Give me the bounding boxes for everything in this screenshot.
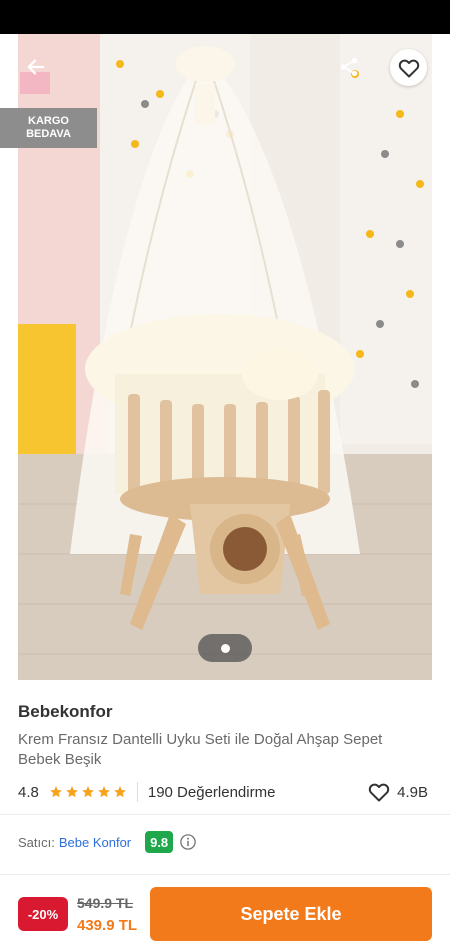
new-price: 439.9 TL: [77, 917, 138, 934]
free-shipping-line1: KARGO: [28, 115, 69, 127]
free-shipping-badge: KARGO BEDAVA: [0, 108, 97, 148]
heart-icon: [398, 59, 419, 77]
share-button[interactable]: [333, 52, 365, 82]
star-icon: [82, 786, 94, 798]
discount-badge: -20%: [18, 897, 68, 931]
rating-separator: [136, 782, 138, 802]
star-icon: [66, 786, 78, 798]
brand-name[interactable]: Bebekonfor: [18, 702, 112, 722]
status-bar: [0, 0, 450, 34]
info-icon[interactable]: [179, 833, 197, 851]
section-divider: [0, 814, 450, 815]
bottom-purchase-bar: -20% 549.9 TL 439.9 TL Sepete Ekle: [0, 874, 450, 950]
review-count[interactable]: 190 Değerlendirme: [148, 784, 276, 801]
image-pager[interactable]: [198, 634, 252, 662]
favorite-count-group[interactable]: 4.9B: [367, 780, 428, 804]
product-title: Krem Fransız Dantelli Uyku Seti ile Doğa…: [18, 731, 383, 768]
star-icon: [114, 786, 126, 798]
seller-label: Satıcı:: [18, 834, 55, 850]
favorite-count: 4.9B: [397, 783, 428, 801]
rating-value: 4.8: [18, 783, 39, 801]
share-icon: [340, 57, 358, 77]
arrow-left-icon: [27, 59, 45, 75]
favorite-button[interactable]: [390, 49, 427, 86]
product-image-gallery[interactable]: KARGO BEDAVA: [0, 34, 450, 680]
star-icon: [98, 786, 110, 798]
rating-row[interactable]: 4.8 190 Değerlendirme 4.9B: [18, 780, 430, 804]
seller-name-link[interactable]: Bebe Konfor: [59, 835, 131, 850]
old-price: 549.9 TL: [77, 895, 134, 911]
free-shipping-line2: BEDAVA: [26, 128, 71, 140]
seller-row: Satıcı: Bebe Konfor 9.8: [18, 830, 197, 854]
star-icon: [50, 786, 62, 798]
rating-stars: [49, 785, 127, 799]
add-to-cart-button[interactable]: Sepete Ekle: [150, 887, 432, 941]
heart-icon: [368, 783, 390, 802]
seller-score-badge: 9.8: [145, 831, 174, 853]
pager-dot-active: [220, 643, 230, 653]
back-button[interactable]: [18, 52, 54, 82]
